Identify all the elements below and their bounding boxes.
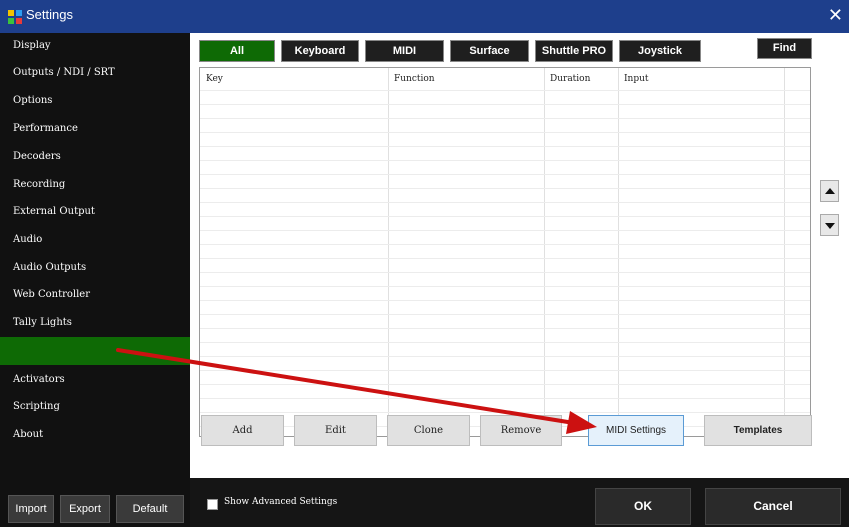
column-header-function[interactable]: Function: [388, 68, 544, 90]
sidebar-item-selected[interactable]: [0, 337, 190, 365]
sidebar-item-scripting[interactable]: Scripting: [0, 394, 190, 420]
table-row: [200, 132, 810, 133]
export-button[interactable]: Export: [60, 495, 110, 523]
sidebar-item-about[interactable]: About: [0, 422, 190, 448]
tab-midi[interactable]: MIDI: [365, 40, 444, 62]
shortcuts-table: Key Function Duration Input: [199, 67, 811, 437]
remove-button[interactable]: Remove: [480, 415, 562, 446]
tab-surface[interactable]: Surface: [450, 40, 529, 62]
midi-settings-button[interactable]: MIDI Settings: [588, 415, 684, 446]
sidebar-item-audio[interactable]: Audio: [0, 227, 190, 253]
show-advanced-label[interactable]: Show Advanced Settings: [224, 497, 337, 507]
footer-bar: Show Advanced Settings OK Cancel: [190, 478, 849, 527]
sidebar-item-external-output[interactable]: External Output: [0, 199, 190, 225]
table-row: [200, 300, 810, 301]
table-row: [200, 160, 810, 161]
triangle-up-icon: [825, 188, 835, 194]
table-row: [200, 328, 810, 329]
tab-shuttle-pro[interactable]: Shuttle PRO: [535, 40, 613, 62]
window-title: Settings: [26, 7, 73, 22]
table-row: [200, 342, 810, 343]
sidebar-item-options[interactable]: Options: [0, 88, 190, 114]
table-row: [200, 272, 810, 273]
triangle-down-icon: [825, 223, 835, 229]
table-row: [200, 356, 810, 357]
title-bar: Settings ✕: [0, 0, 849, 33]
edit-button[interactable]: Edit: [294, 415, 377, 446]
default-button[interactable]: Default: [116, 495, 184, 523]
move-up-button[interactable]: [820, 180, 839, 202]
table-row: [200, 286, 810, 287]
find-button[interactable]: Find: [757, 38, 812, 59]
table-row: [200, 202, 810, 203]
table-row: [200, 370, 810, 371]
table-row: [200, 412, 810, 413]
clone-button[interactable]: Clone: [387, 415, 470, 446]
templates-button[interactable]: Templates: [704, 415, 812, 446]
column-header-input[interactable]: Input: [618, 68, 784, 90]
add-button[interactable]: Add: [201, 415, 284, 446]
sidebar-item-outputs[interactable]: Outputs / NDI / SRT: [0, 60, 190, 86]
ok-button[interactable]: OK: [595, 488, 691, 525]
show-advanced-checkbox[interactable]: [207, 499, 218, 510]
sidebar-item-display[interactable]: Display: [0, 33, 190, 59]
table-row: [200, 216, 810, 217]
app-icon: [8, 10, 22, 24]
table-row: [200, 188, 810, 189]
table-row: [200, 244, 810, 245]
sidebar-item-activators[interactable]: Activators: [0, 367, 190, 393]
column-header-duration[interactable]: Duration: [544, 68, 618, 90]
table-row: [200, 258, 810, 259]
cancel-button[interactable]: Cancel: [705, 488, 841, 525]
table-row: [200, 90, 810, 91]
sidebar-item-web-controller[interactable]: Web Controller: [0, 282, 190, 308]
sidebar-item-recording[interactable]: Recording: [0, 172, 190, 198]
table-row: [200, 314, 810, 315]
table-row: [200, 174, 810, 175]
table-row: [200, 118, 810, 119]
table-row: [200, 398, 810, 399]
sidebar: Display Outputs / NDI / SRT Options Perf…: [0, 33, 190, 527]
tab-keyboard[interactable]: Keyboard: [281, 40, 359, 62]
table-row: [200, 384, 810, 385]
tab-all[interactable]: All: [199, 40, 275, 62]
table-row: [200, 104, 810, 105]
sidebar-item-tally-lights[interactable]: Tally Lights: [0, 310, 190, 336]
main-panel: All Keyboard MIDI Surface Shuttle PRO Jo…: [190, 33, 849, 478]
import-button[interactable]: Import: [8, 495, 54, 523]
move-down-button[interactable]: [820, 214, 839, 236]
table-row: [200, 146, 810, 147]
close-icon[interactable]: ✕: [828, 5, 843, 26]
column-header-key[interactable]: Key: [200, 68, 388, 90]
tab-joystick[interactable]: Joystick: [619, 40, 701, 62]
table-row: [200, 230, 810, 231]
sidebar-item-performance[interactable]: Performance: [0, 116, 190, 142]
sidebar-item-decoders[interactable]: Decoders: [0, 144, 190, 170]
sidebar-item-audio-outputs[interactable]: Audio Outputs: [0, 255, 190, 281]
